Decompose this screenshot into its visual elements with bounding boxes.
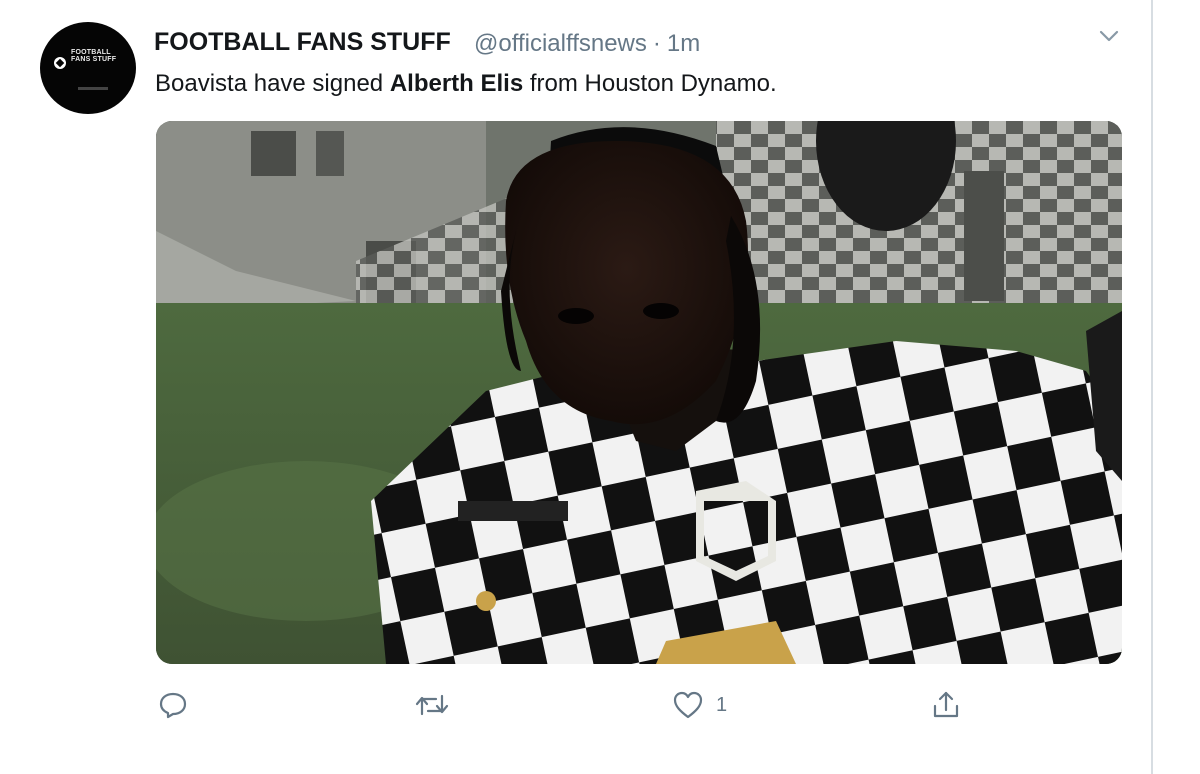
player-name-mention: Alberth Elis — [389, 70, 524, 97]
share-icon — [933, 691, 959, 718]
chevron-down-icon[interactable] — [1098, 28, 1120, 44]
tweet-text-start: Boavista have signed — [155, 70, 390, 97]
tweet-text: Boavista have signed Alberth Elis from H… — [155, 70, 777, 98]
avatar-logo-underline — [78, 87, 108, 90]
football-icon — [54, 57, 66, 69]
author-meta: @officialffsnews · 1m — [474, 30, 700, 58]
tweet-actions: 1 — [0, 680, 1200, 730]
like-button[interactable]: 1 — [672, 680, 727, 730]
tweet-card[interactable]: FOOTBALL FANS STUFF FOOTBALL FANS STUFF … — [0, 0, 1200, 774]
tweet-media-image[interactable] — [156, 121, 1122, 664]
reply-icon — [159, 692, 187, 719]
meta-separator: · — [652, 30, 661, 57]
avatar[interactable]: FOOTBALL FANS STUFF — [40, 22, 136, 114]
reply-button[interactable] — [158, 680, 188, 730]
retweet-button[interactable] — [414, 680, 450, 730]
like-count: 1 — [716, 693, 728, 716]
timeline-border — [1151, 0, 1153, 774]
share-button[interactable] — [930, 680, 962, 730]
tweet-timestamp[interactable]: 1m — [667, 30, 700, 57]
avatar-logo-text: FOOTBALL FANS STUFF — [71, 49, 117, 63]
author-handle[interactable]: @officialffsnews — [474, 30, 647, 57]
retweet-icon — [415, 694, 449, 716]
heart-icon — [673, 691, 703, 719]
player-photo — [156, 121, 1122, 664]
author-display-name[interactable]: FOOTBALL FANS STUFF — [154, 28, 451, 57]
tweet-text-end: from Houston Dynamo. — [523, 70, 777, 97]
